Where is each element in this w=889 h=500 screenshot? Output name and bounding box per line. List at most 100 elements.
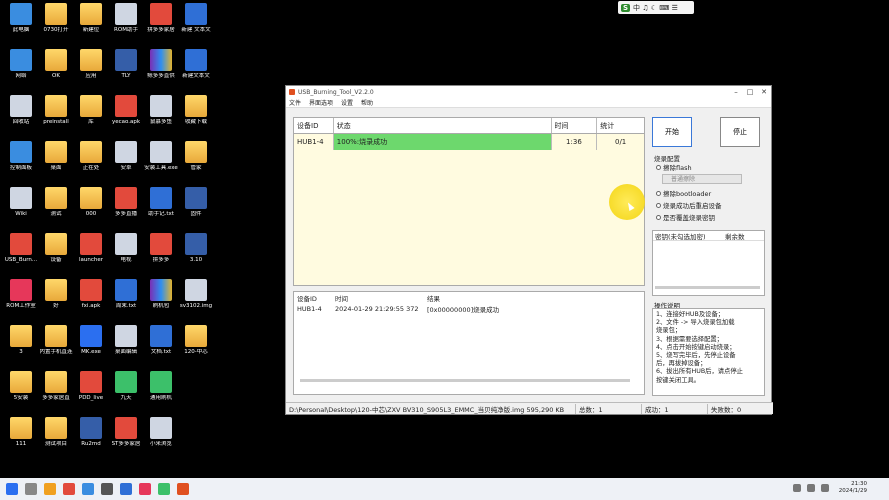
desktop-icon[interactable]: 鲸多多直供	[142, 49, 180, 80]
log-scrollbar[interactable]	[300, 379, 630, 382]
col-device-id[interactable]: 设备ID	[294, 118, 334, 133]
desktop-icon[interactable]: OK	[37, 49, 75, 80]
desktop-icon[interactable]: 此电脑	[2, 3, 40, 34]
desktop-icon[interactable]: 拼多多	[142, 233, 180, 264]
desktop-icon[interactable]: 应用	[72, 49, 110, 80]
desktop-icon[interactable]: 网络	[2, 49, 40, 80]
desktop-icon[interactable]: 测试项目	[37, 417, 75, 448]
erase-flash-option[interactable]: 擦除flash	[656, 162, 692, 172]
col-status[interactable]: 状态	[334, 118, 552, 133]
desktop-icon[interactable]: 库	[72, 95, 110, 126]
desktop-icon[interactable]: sv3102.img	[177, 279, 215, 310]
desktop-icon[interactable]: 桌面	[37, 141, 75, 172]
window-titlebar[interactable]: USB_Burning_Tool_V2.2.0 – □ ✕	[286, 86, 771, 98]
reset-after-option[interactable]: 烧录成功后重启设备	[656, 200, 722, 210]
file-explorer-icon[interactable]	[44, 483, 56, 495]
col-stat[interactable]: 统计	[597, 118, 644, 133]
desktop-icon[interactable]: 正在处	[72, 141, 110, 172]
erase-mode-select[interactable]: 普通擦除	[662, 174, 742, 184]
ime-icon[interactable]	[821, 484, 829, 492]
table-row[interactable]: HUB1-4 100%:烧录成功 1:36 0/1	[294, 134, 644, 150]
desktop-icon[interactable]: 刷机包	[142, 279, 180, 310]
desktop-icon[interactable]: 测试	[37, 187, 75, 218]
desktop-icon[interactable]: 安卓	[107, 141, 145, 172]
app-icon[interactable]	[139, 483, 151, 495]
minimize-icon[interactable]: –	[729, 88, 743, 96]
maximize-icon[interactable]: □	[743, 88, 757, 96]
menu-help[interactable]: 帮助	[361, 98, 373, 107]
desktop-icon[interactable]: 电视	[107, 233, 145, 264]
desktop-icon[interactable]: preinstall	[37, 95, 75, 126]
desktop-icon[interactable]: 多多家居直	[37, 371, 75, 402]
desktop-icon[interactable]: 通用刷机	[142, 371, 180, 402]
edge-icon[interactable]	[82, 483, 94, 495]
desktop-icon[interactable]: launcher	[72, 233, 110, 264]
app-icon[interactable]	[158, 483, 170, 495]
desktop-icon[interactable]: 回收站	[2, 95, 40, 126]
desktop-icon[interactable]: 多多直播	[107, 187, 145, 218]
desktop-icon[interactable]: 文档.txt	[142, 325, 180, 356]
col-time[interactable]: 时间	[552, 118, 598, 133]
menu-file[interactable]: 文件	[289, 98, 301, 107]
menu-settings[interactable]: 设置	[341, 98, 353, 107]
desktop-icon[interactable]: PDD_live	[72, 371, 110, 402]
usb-tool-taskbar-icon[interactable]	[177, 483, 189, 495]
key-list[interactable]: 密钥(未勾选加密) 剩余数	[652, 230, 765, 296]
desktop-icon[interactable]: USB_Burn...	[2, 233, 40, 264]
desktop-icon[interactable]: MK.exe	[72, 325, 110, 356]
clock[interactable]: 21:30 2024/1/29	[839, 481, 867, 495]
start-menu-icon[interactable]	[6, 483, 18, 495]
erase-flash-checkbox[interactable]	[656, 164, 661, 170]
desktop-icon[interactable]: 周末.txt	[107, 279, 145, 310]
desktop-icon[interactable]: 新建位	[72, 3, 110, 34]
desktop-icon[interactable]: 控制面板	[2, 141, 40, 172]
browser-icon[interactable]	[63, 483, 75, 495]
overwrite-key-checkbox[interactable]	[656, 214, 661, 220]
stop-button[interactable]: 停止	[720, 117, 760, 147]
desktop-icon[interactable]: 3	[2, 325, 40, 356]
desktop-icon[interactable]: 设备	[37, 233, 75, 264]
close-icon[interactable]: ✕	[757, 88, 771, 96]
desktop-icon[interactable]: 小米浏览	[142, 417, 180, 448]
desktop-icon[interactable]: ROM工作室	[2, 279, 40, 310]
desktop-icon[interactable]: 新建文本文	[177, 49, 215, 80]
network-icon[interactable]	[793, 484, 801, 492]
desktop-icon[interactable]: 拼多多家居	[142, 3, 180, 34]
desktop-icon[interactable]: 固件	[177, 187, 215, 218]
key-list-scrollbar[interactable]	[655, 286, 760, 289]
input-method-items[interactable]: 中 ♫ ☾ ⌨ ☰	[633, 3, 678, 13]
menu-view[interactable]: 界面选项	[309, 98, 333, 107]
desktop-icon[interactable]: 管家	[177, 141, 215, 172]
desktop-icon[interactable]: 5安装	[2, 371, 40, 402]
log-row[interactable]: HUB1-4 2024-01-29 21:29:55 372 [0x000000…	[294, 303, 644, 314]
desktop-icon[interactable]: 3.10	[177, 233, 215, 264]
desktop-icon[interactable]: 000	[72, 187, 110, 218]
desktop-icon[interactable]: ROM助手	[107, 3, 145, 34]
desktop-icon[interactable]: yecao.apk	[107, 95, 145, 126]
desktop-icon[interactable]: 111	[2, 417, 40, 448]
desktop-icon[interactable]: 鼠慕多鱼	[142, 95, 180, 126]
reset-after-checkbox[interactable]	[656, 202, 661, 208]
app-icon[interactable]	[120, 483, 132, 495]
desktop-icon[interactable]: 新建 文本文	[177, 3, 215, 34]
volume-icon[interactable]	[807, 484, 815, 492]
erase-bootloader-option[interactable]: 擦除bootloader	[656, 188, 711, 198]
desktop-icon[interactable]: 内置手机直连	[37, 325, 75, 356]
desktop-icon[interactable]: fxi.apk	[72, 279, 110, 310]
desktop-icon[interactable]: 120-中芯	[177, 325, 215, 356]
desktop-icon[interactable]: 助手记.txt	[142, 187, 180, 218]
search-icon[interactable]	[25, 483, 37, 495]
desktop-icon[interactable]: ST多多家居	[107, 417, 145, 448]
app-icon[interactable]	[101, 483, 113, 495]
desktop-icon[interactable]: 收藏下载	[177, 95, 215, 126]
input-method-widget[interactable]: S 中 ♫ ☾ ⌨ ☰	[618, 1, 694, 14]
erase-bootloader-checkbox[interactable]	[656, 190, 661, 196]
desktop-icon[interactable]: 0730打开	[37, 3, 75, 34]
desktop-icon[interactable]: Wiki	[2, 187, 40, 218]
desktop-icon[interactable]: 桌面编辑	[107, 325, 145, 356]
desktop-icon[interactable]: TLY	[107, 49, 145, 80]
desktop-icon[interactable]: 九天	[107, 371, 145, 402]
desktop-icon[interactable]: 安装工具.exe	[142, 141, 180, 172]
start-button[interactable]: 开始	[652, 117, 692, 147]
desktop-icon[interactable]: Ru2md	[72, 417, 110, 448]
